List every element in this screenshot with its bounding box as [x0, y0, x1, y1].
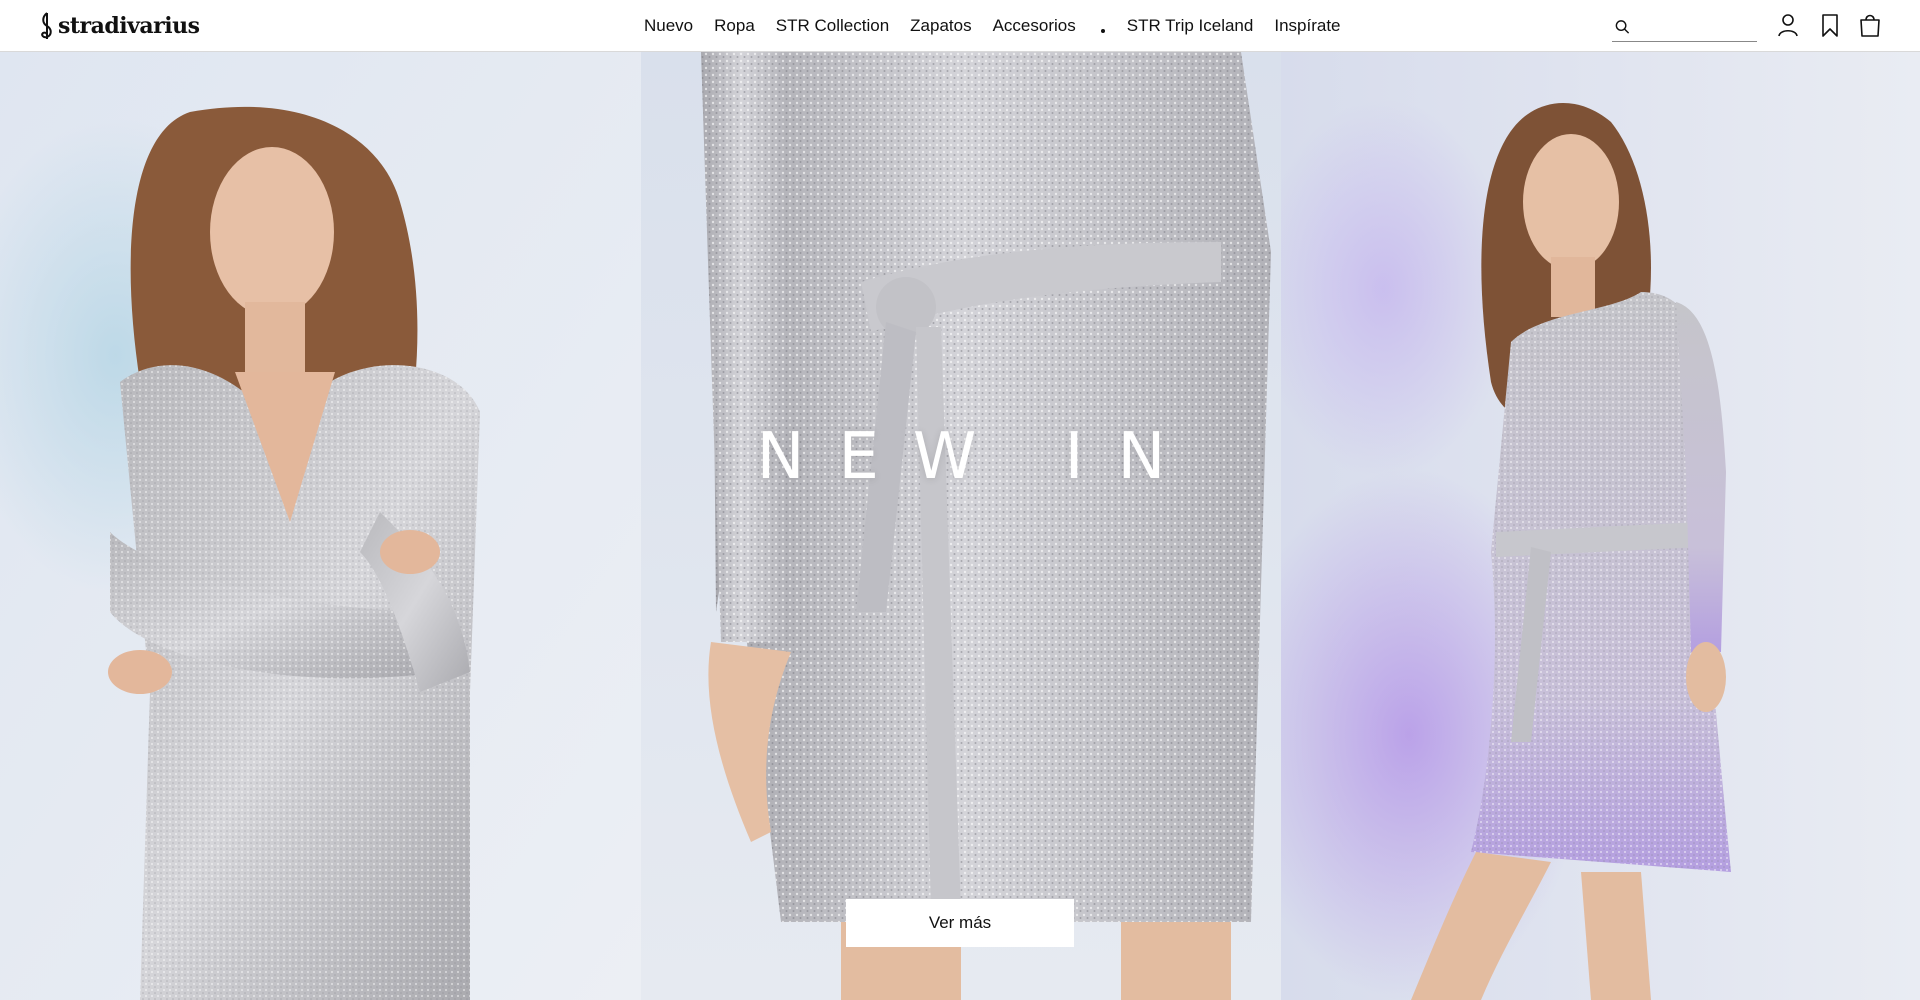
search-field[interactable] — [1612, 12, 1757, 42]
nav-separator-dot — [1100, 29, 1105, 33]
model-standing-image — [1281, 52, 1920, 1000]
brand-logo[interactable]: stradivarius — [38, 10, 200, 42]
nav-item-ropa[interactable]: Ropa — [714, 16, 755, 36]
dress-detail-image — [641, 52, 1281, 1000]
hero-image-right[interactable] — [1281, 52, 1920, 1000]
search-input[interactable] — [1637, 18, 1757, 35]
hero-title: NEW IN — [756, 420, 1200, 494]
nav-item-str-collection[interactable]: STR Collection — [776, 16, 889, 36]
treble-clef-logo-icon — [41, 12, 52, 39]
shopping-bag-icon[interactable] — [1857, 12, 1883, 38]
ver-mas-button[interactable]: Ver más — [846, 899, 1074, 947]
nav-item-str-trip-iceland[interactable]: STR Trip Iceland — [1127, 16, 1254, 36]
nav-item-inspirate[interactable]: Inspírate — [1274, 16, 1340, 36]
nav-item-zapatos[interactable]: Zapatos — [910, 16, 971, 36]
main-nav: Nuevo Ropa STR Collection Zapatos Acceso… — [644, 0, 1362, 52]
user-icon[interactable] — [1775, 12, 1801, 38]
hero-image-middle[interactable] — [641, 52, 1281, 1000]
model-arms-crossed-image — [0, 52, 641, 1000]
logo-text: stradivarius — [58, 13, 200, 39]
bookmark-icon[interactable] — [1817, 12, 1843, 38]
hero-image-left[interactable] — [0, 52, 641, 1000]
search-icon — [1615, 19, 1630, 34]
nav-item-nuevo[interactable]: Nuevo — [644, 16, 693, 36]
site-header: stradivarius Nuevo Ropa STR Collection Z… — [0, 0, 1920, 52]
nav-item-accesorios[interactable]: Accesorios — [993, 16, 1076, 36]
hero-banner[interactable] — [0, 52, 1920, 1000]
